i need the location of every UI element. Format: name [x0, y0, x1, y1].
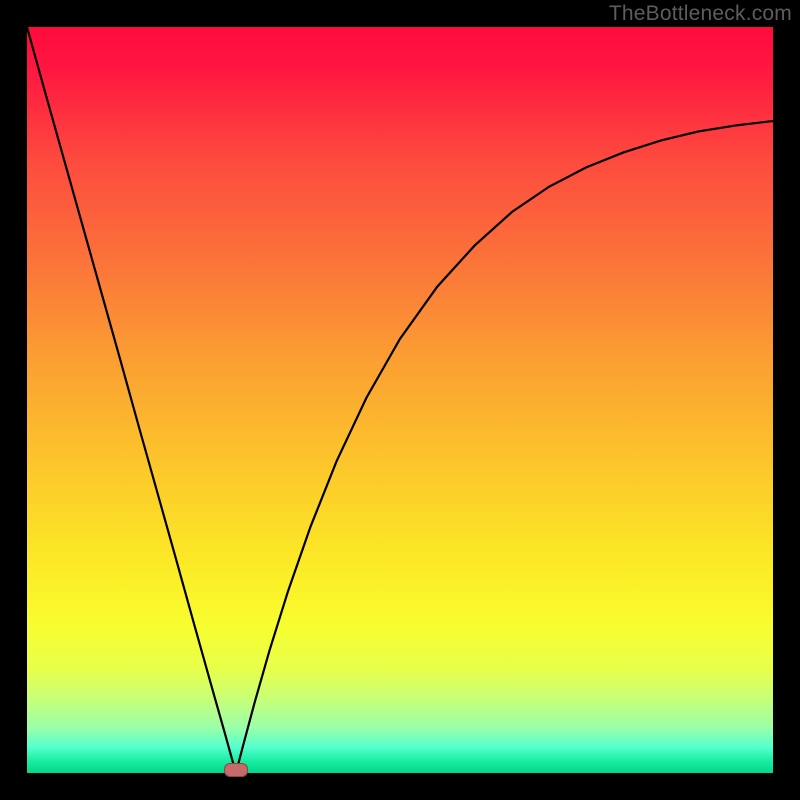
bottleneck-chart: [27, 27, 773, 773]
chart-background: [27, 27, 773, 773]
minimum-marker: [224, 763, 248, 777]
watermark-text: TheBottleneck.com: [609, 2, 792, 26]
chart-frame: [27, 27, 773, 773]
